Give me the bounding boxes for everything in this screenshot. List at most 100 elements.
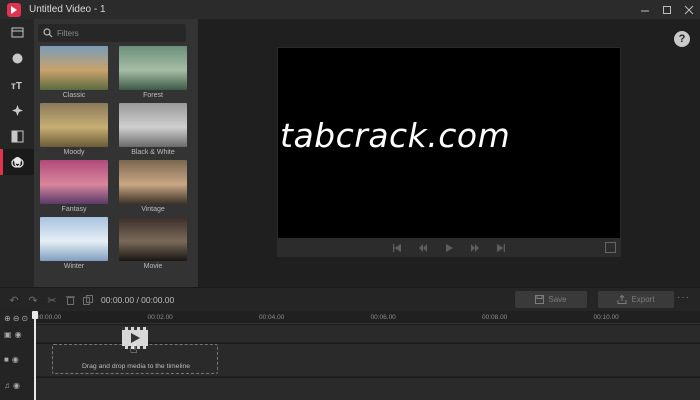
drop-zone-text: Drag and drop media to the timeline bbox=[81, 363, 191, 370]
filter-thumbnail[interactable]: Winter bbox=[40, 217, 108, 273]
play-button[interactable] bbox=[436, 238, 462, 257]
filters-panel: Classic Forest Moody Black & White Fantasy Vi… bbox=[34, 19, 198, 287]
filter-label: Vintage bbox=[141, 206, 165, 213]
fast-forward-button[interactable] bbox=[462, 238, 488, 257]
audio-track-header: ♫ ◉ bbox=[4, 379, 30, 391]
minimize-button[interactable] bbox=[634, 0, 656, 19]
maximize-icon bbox=[663, 5, 671, 14]
rail-item-media[interactable] bbox=[0, 19, 34, 45]
filter-preview-image bbox=[40, 217, 108, 261]
ruler-tick-label: 00:04.00 bbox=[259, 314, 285, 321]
save-label: Save bbox=[548, 295, 567, 304]
music-track-icon: ♫ bbox=[4, 380, 10, 390]
left-rail: тT bbox=[0, 19, 34, 287]
filter-thumbnail[interactable]: Fantasy bbox=[40, 160, 108, 216]
play-icon bbox=[446, 243, 453, 252]
skip-start-button[interactable] bbox=[384, 238, 410, 257]
text-track-icon: ▣ bbox=[4, 329, 12, 339]
rewind-button[interactable] bbox=[410, 238, 436, 257]
copy-icon[interactable] bbox=[82, 294, 94, 306]
video-track-icon: ■ bbox=[4, 354, 9, 364]
filter-thumbnail[interactable]: Forest bbox=[119, 46, 187, 102]
filter-thumbnail[interactable]: Black & White bbox=[119, 103, 187, 159]
maximize-button[interactable] bbox=[656, 0, 678, 19]
fullscreen-button[interactable] bbox=[605, 242, 616, 253]
filter-preview-image bbox=[119, 46, 187, 90]
undo-icon[interactable]: ↶ bbox=[8, 294, 20, 307]
filter-thumbnail[interactable]: Classic bbox=[40, 46, 108, 102]
close-button[interactable] bbox=[678, 0, 700, 19]
rail-item-elements[interactable] bbox=[0, 97, 34, 123]
sparkle-icon bbox=[11, 104, 23, 116]
ruler-tick-label: 00:06.00 bbox=[370, 314, 396, 321]
save-button[interactable]: Save bbox=[515, 291, 587, 308]
more-button[interactable]: ··· bbox=[677, 292, 690, 303]
transition-icon bbox=[11, 130, 23, 142]
filter-label: Winter bbox=[63, 263, 85, 270]
zoom-controls: ⊕ ⊖ ⊙ bbox=[4, 314, 28, 323]
rewind-icon bbox=[419, 243, 427, 252]
zoom-in-icon[interactable]: ⊕ bbox=[4, 314, 11, 323]
text-track-header: ▣ ◉ bbox=[4, 328, 30, 340]
export-label: Export bbox=[631, 295, 655, 304]
minimize-icon bbox=[641, 10, 649, 11]
playhead[interactable] bbox=[32, 311, 38, 400]
window-title: Untitled Video - 1 bbox=[29, 4, 106, 15]
ruler-tick-label: 00:08.00 bbox=[482, 314, 508, 321]
audio-track[interactable] bbox=[34, 377, 700, 400]
filter-label: Forest bbox=[143, 92, 163, 99]
filter-thumbnail[interactable]: Vintage bbox=[119, 160, 187, 216]
export-button[interactable]: Export bbox=[598, 291, 674, 308]
search-icon bbox=[43, 28, 53, 38]
filter-preview-image bbox=[40, 46, 108, 90]
media-icon bbox=[11, 27, 23, 37]
trash-icon[interactable] bbox=[64, 294, 76, 306]
filter-label: Moody bbox=[63, 149, 85, 156]
visibility-icon[interactable]: ◉ bbox=[13, 381, 20, 390]
rail-item-filters[interactable] bbox=[0, 149, 34, 175]
filter-thumbnail[interactable]: Moody bbox=[40, 103, 108, 159]
filter-thumbnail[interactable]: Movie bbox=[119, 217, 187, 273]
player-controls bbox=[277, 238, 621, 257]
filter-preview-image bbox=[40, 103, 108, 147]
ruler-tick-label: 00:00.00 bbox=[36, 314, 62, 321]
filter-icon bbox=[10, 156, 24, 168]
skip-start-icon bbox=[393, 243, 401, 252]
filter-search[interactable] bbox=[38, 24, 186, 42]
text-icon: тT bbox=[11, 81, 22, 91]
zoom-fit-icon[interactable]: ⊙ bbox=[21, 314, 28, 323]
window-controls bbox=[634, 0, 700, 19]
search-input[interactable] bbox=[57, 28, 177, 38]
fast-forward-icon bbox=[471, 243, 479, 252]
filter-label: Black & White bbox=[131, 149, 175, 156]
visibility-icon[interactable]: ◉ bbox=[15, 330, 22, 339]
filter-label: Movie bbox=[143, 263, 163, 270]
zoom-out-icon[interactable]: ⊖ bbox=[13, 314, 20, 323]
timeline-toolbar: ↶ ↷ ✂ 00:00.00 / 00:00.00 Save Export ··… bbox=[0, 287, 700, 311]
rail-item-text[interactable]: тT bbox=[0, 71, 34, 97]
watermark-text: tabcrack.com bbox=[280, 116, 511, 155]
filter-preview-image bbox=[40, 160, 108, 204]
svg-text:тT: тT bbox=[11, 81, 22, 91]
timecode: 00:00.00 / 00:00.00 bbox=[101, 295, 175, 305]
close-icon bbox=[684, 5, 694, 14]
save-icon bbox=[535, 295, 545, 304]
ruler-tick-label: 00:02.00 bbox=[147, 314, 173, 321]
export-icon bbox=[617, 295, 627, 304]
rail-item-effects[interactable] bbox=[0, 45, 34, 71]
scissors-icon[interactable]: ✂ bbox=[46, 294, 58, 307]
help-button[interactable]: ? bbox=[674, 31, 690, 47]
filter-preview-image bbox=[119, 160, 187, 204]
rail-item-transitions[interactable] bbox=[0, 123, 34, 149]
video-track-header: ■ ◉ bbox=[4, 353, 30, 365]
filter-preview-image bbox=[119, 217, 187, 261]
timeline-ruler[interactable]: 00:00.00 00:02.00 00:04.00 00:06.00 00:08.00… bbox=[34, 311, 700, 324]
preview-area: ? tabcrack.com bbox=[198, 19, 700, 287]
track-headers: ⊕ ⊖ ⊙ ▣ ◉ ■ ◉ ♫ ◉ bbox=[0, 311, 34, 400]
filter-label: Classic bbox=[62, 92, 86, 99]
visibility-icon[interactable]: ◉ bbox=[12, 355, 19, 364]
skip-end-button[interactable] bbox=[488, 238, 514, 257]
palette-icon bbox=[12, 53, 22, 63]
filter-label: Fantasy bbox=[61, 206, 87, 213]
redo-icon[interactable]: ↷ bbox=[27, 294, 39, 307]
